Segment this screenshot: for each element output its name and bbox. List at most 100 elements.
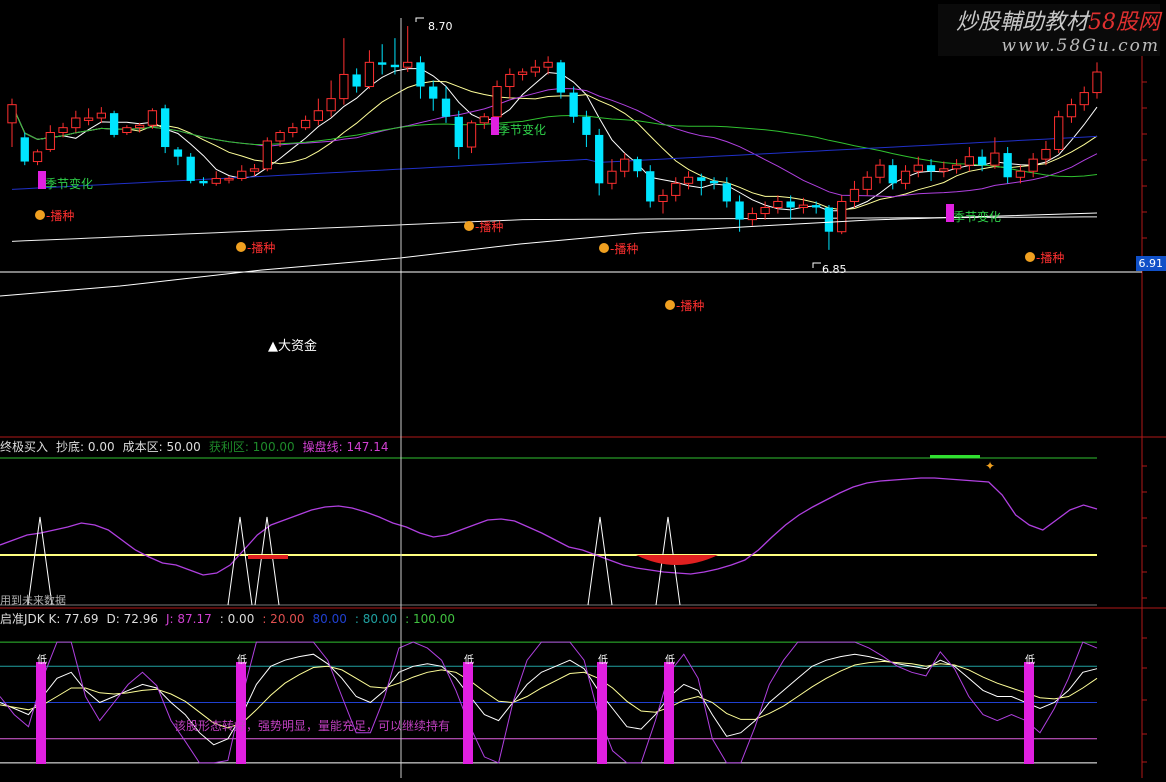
low-marker-text: 低 [1025, 653, 1035, 666]
high-marker [416, 18, 424, 22]
candle-body [825, 208, 833, 232]
candle-body [1003, 153, 1011, 177]
candle-body [174, 149, 182, 156]
candle-body [429, 87, 437, 99]
candle-body [250, 169, 258, 171]
sow-label: -播种 [475, 220, 503, 234]
candle-body [340, 74, 348, 98]
candle-body [212, 178, 220, 183]
sow-icon [236, 242, 246, 252]
candle-body [378, 62, 386, 64]
candle-body [582, 117, 590, 135]
kdj-item: D: 72.96 [107, 612, 158, 626]
low-marker-text: 低 [598, 653, 608, 666]
candle-body [761, 208, 769, 214]
candle-body [8, 105, 16, 123]
chart-canvas[interactable]: 8.706.85▲大资金季节变化季节变化季节变化-播种-播种-播种-播种-播种-… [0, 0, 1166, 778]
candle-body [952, 165, 960, 169]
candle-body [646, 171, 654, 201]
candle-body [799, 205, 807, 207]
candle-body [416, 62, 424, 86]
watermark-text-a: 炒股輔助教材 [956, 10, 1088, 35]
analysis-comment: 该股形态转好，强势明显，量能充足，可以继续持有 [174, 718, 450, 733]
candle-body [608, 171, 616, 183]
candle-body [774, 201, 782, 207]
candle-body [633, 159, 641, 171]
candle-body [940, 169, 948, 171]
candle-body [161, 108, 169, 147]
candle-body [621, 159, 629, 171]
candle-body [442, 99, 450, 117]
candle-body [84, 118, 92, 120]
season-change-label: 季节变化 [45, 176, 93, 191]
long-ma-line [12, 136, 1097, 189]
bottom-fill [248, 555, 288, 559]
low-marker-text: 低 [464, 653, 474, 666]
kdj-item: 80.00 [313, 612, 347, 626]
candle-body [901, 171, 909, 183]
candle-body [1093, 72, 1101, 93]
sow-label: -播种 [1036, 251, 1064, 265]
watermark-url: www.58Gu.com [938, 36, 1160, 56]
candle-body [735, 201, 743, 219]
sow-icon [665, 300, 675, 310]
candle-body [391, 65, 399, 67]
candle-body [238, 171, 246, 178]
low-marker-text: 低 [37, 653, 47, 666]
watermark-logo: 炒股輔助教材58股网 www.58Gu.com [938, 4, 1160, 56]
profit-fill [930, 455, 980, 458]
candle-body [480, 117, 488, 123]
candle-body [684, 177, 692, 183]
candle-body [569, 93, 577, 117]
candle-body [748, 214, 756, 220]
candle-body [1055, 117, 1063, 150]
kdj-item: 启准JDK K: 77.69 [0, 612, 99, 626]
candle-body [225, 178, 233, 180]
candle-body [557, 62, 565, 92]
candle-body [493, 87, 501, 117]
sow-icon [599, 243, 609, 253]
candle-body [72, 118, 80, 128]
low-marker [813, 263, 821, 268]
season-change-label: 季节变化 [953, 209, 1001, 224]
low-signal-bar [1024, 662, 1034, 764]
main-panel: 8.706.85▲大资金季节变化季节变化季节变化-播种-播种-播种-播种-播种-… [0, 18, 1101, 354]
candle-body [276, 133, 284, 141]
candle-body [467, 123, 475, 147]
long-term-line [0, 213, 1097, 296]
candle-body [812, 205, 820, 207]
indicator-item: 终极买入 [0, 440, 48, 454]
candle-body [991, 153, 999, 165]
trend-line [12, 217, 1097, 242]
low-marker-text: 低 [665, 653, 675, 666]
candle-body [978, 157, 986, 165]
low-signal-bar [463, 662, 473, 764]
candle-body [838, 201, 846, 231]
candle-body [123, 128, 131, 133]
candle-body [59, 128, 67, 133]
operate-line [0, 478, 1097, 575]
sow-label: -播种 [610, 242, 638, 256]
candle-body [506, 74, 514, 86]
candle-body [863, 177, 871, 189]
high-price-label: 8.70 [428, 20, 453, 33]
candle-body [723, 183, 731, 201]
candle-body [544, 62, 552, 67]
indicator-item: 抄底: 0.00 [56, 440, 115, 454]
sow-label: -播种 [247, 241, 275, 255]
kdj-item: J: 87.17 [166, 612, 212, 626]
sow-icon [1025, 252, 1035, 262]
candle-body [46, 133, 54, 150]
future-data-note: 用到未来数据 [0, 593, 66, 607]
low-signal-bar [664, 662, 674, 764]
kdj-item: : 0.00 [220, 612, 255, 626]
candle-body [889, 165, 897, 183]
low-marker-text: 低 [237, 653, 247, 666]
candle-body [786, 201, 794, 207]
candle-body [199, 181, 207, 183]
stock-chart-window: 8.706.85▲大资金季节变化季节变化季节变化-播种-播种-播种-播种-播种-… [0, 0, 1166, 778]
low-signal-bar [36, 662, 46, 764]
candle-body [314, 111, 322, 121]
candle-body [1029, 159, 1037, 171]
watermark-text-b: 58股网 [1088, 10, 1160, 35]
